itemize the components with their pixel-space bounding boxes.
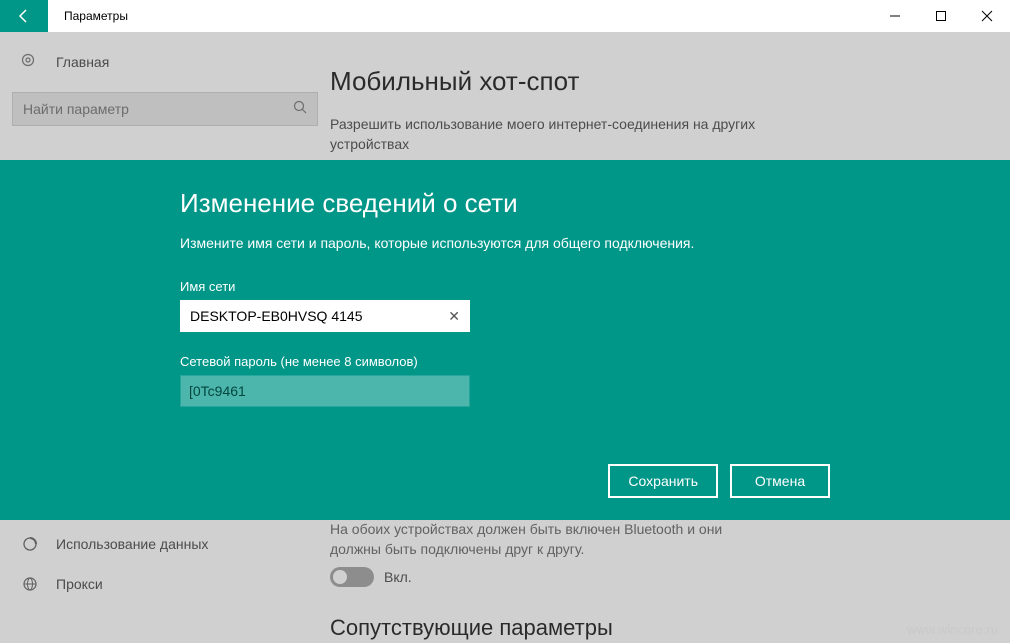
arrow-left-icon xyxy=(16,8,32,24)
dialog-title: Изменение сведений о сети xyxy=(180,188,720,219)
window-title: Параметры xyxy=(64,9,128,23)
maximize-button[interactable] xyxy=(918,0,964,32)
edit-network-dialog: Изменение сведений о сети Измените имя с… xyxy=(0,160,1010,520)
window-controls xyxy=(872,0,1010,32)
bluetooth-toggle[interactable] xyxy=(330,567,374,587)
sidebar-item-data-usage[interactable]: Использование данных xyxy=(0,524,330,564)
bluetooth-text: На обоих устройствах должен быть включен… xyxy=(330,520,760,559)
sidebar-home[interactable]: Главная xyxy=(0,42,330,82)
gear-icon xyxy=(20,52,40,73)
sidebar-home-label: Главная xyxy=(56,54,109,70)
share-description: Разрешить использование моего интернет-с… xyxy=(330,115,760,154)
cancel-button-label: Отмена xyxy=(755,473,805,489)
titlebar: Параметры xyxy=(0,0,1010,32)
close-button[interactable] xyxy=(964,0,1010,32)
search-icon xyxy=(293,100,307,119)
network-name-label: Имя сети xyxy=(180,279,720,294)
sidebar-item-label: Прокси xyxy=(56,576,103,592)
minimize-icon xyxy=(889,10,901,22)
toggle-label: Вкл. xyxy=(384,569,412,585)
dialog-subtitle: Измените имя сети и пароль, которые испо… xyxy=(180,235,720,251)
save-button-label: Сохранить xyxy=(628,473,698,489)
minimize-button[interactable] xyxy=(872,0,918,32)
data-usage-icon xyxy=(20,536,40,552)
network-name-input[interactable]: DESKTOP-EB0HVSQ 4145 ✕ xyxy=(180,300,470,332)
search-input[interactable]: Найти параметр xyxy=(12,92,318,126)
maximize-icon xyxy=(935,10,947,22)
page-title: Мобильный хот-спот xyxy=(330,66,1010,97)
password-value: [0Tc9461 xyxy=(189,383,461,399)
save-button[interactable]: Сохранить xyxy=(608,464,718,498)
close-icon xyxy=(981,10,993,22)
back-button[interactable] xyxy=(0,0,48,32)
search-placeholder: Найти параметр xyxy=(23,101,293,117)
watermark: www.wincore.ru xyxy=(907,622,998,637)
sidebar-item-proxy[interactable]: Прокси xyxy=(0,564,330,604)
globe-icon xyxy=(20,576,40,592)
clear-input-icon[interactable]: ✕ xyxy=(448,308,460,325)
network-name-value: DESKTOP-EB0HVSQ 4145 xyxy=(190,308,448,324)
sidebar-item-label: Использование данных xyxy=(56,536,208,552)
cancel-button[interactable]: Отмена xyxy=(730,464,830,498)
related-settings-title: Сопутствующие параметры xyxy=(330,615,990,641)
password-input[interactable]: [0Tc9461 xyxy=(180,375,470,407)
password-label: Сетевой пароль (не менее 8 символов) xyxy=(180,354,720,369)
